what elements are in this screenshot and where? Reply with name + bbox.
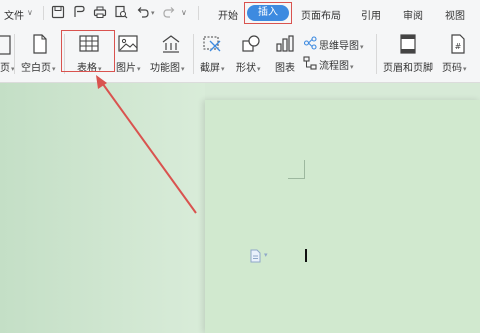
- annotation-arrow-line: [99, 79, 197, 214]
- annotation-arrow: [96, 75, 197, 214]
